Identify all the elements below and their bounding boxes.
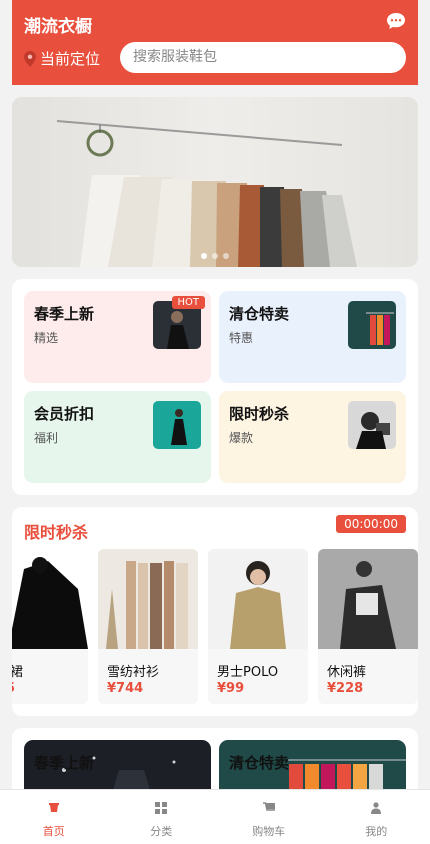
category-subtitle: 爆款: [229, 431, 254, 445]
flash-sale-section: 限时秒杀 00:00:00 身裙 15 雪纺衬衫 ¥744 男士POLO ¥99…: [12, 507, 418, 716]
category-subtitle: 福利: [34, 431, 59, 445]
category-card-clearance[interactable]: 清仓特卖 特惠: [219, 291, 406, 383]
product-card[interactable]: 男士POLO ¥99: [208, 549, 308, 704]
location-selector[interactable]: 当前定位: [24, 48, 100, 69]
category-card-flash-sale[interactable]: 限时秒杀 爆款: [219, 391, 406, 483]
product-name: 雪纺衬衫: [107, 665, 160, 680]
countdown-timer: 00:00:00: [336, 515, 406, 533]
tab-label: 分类: [150, 825, 173, 838]
product-price: 15: [12, 681, 15, 696]
tab-home[interactable]: 首页: [0, 790, 108, 844]
banner-image: [12, 97, 418, 267]
bottom-tab-bar: 首页 分类 购物车 我的: [0, 789, 430, 844]
product-card[interactable]: 身裙 15: [12, 549, 88, 704]
pagination-dot[interactable]: [212, 253, 218, 259]
product-image: [318, 549, 418, 649]
section-title: 限时秒杀: [24, 523, 89, 542]
tab-label: 首页: [42, 825, 65, 838]
category-subtitle: 精选: [34, 331, 59, 345]
category-title: 春季上新: [34, 305, 95, 323]
tab-label: 购物车: [252, 825, 286, 838]
tab-cart[interactable]: 购物车: [215, 790, 323, 844]
product-price: ¥228: [327, 681, 364, 696]
location-pin-icon: [24, 50, 36, 67]
category-card-member-discount[interactable]: 会员折扣 福利: [24, 391, 211, 483]
promo-title: 清仓特卖: [229, 754, 290, 772]
category-title: 限时秒杀: [229, 405, 290, 423]
location-label: 当前定位: [40, 50, 101, 68]
tab-profile[interactable]: 我的: [323, 790, 430, 844]
product-card[interactable]: 雪纺衬衫 ¥744: [98, 549, 198, 704]
cart-icon: [262, 802, 275, 811]
app-title: 潮流衣橱: [24, 17, 92, 37]
tab-category[interactable]: 分类: [108, 790, 216, 844]
hot-badge: HOT: [171, 296, 205, 309]
app-header: 潮流衣橱 当前定位 搜索服装鞋包: [12, 0, 418, 85]
category-image: [153, 401, 201, 449]
banner-pagination: [201, 253, 229, 259]
category-title: 会员折扣: [34, 405, 95, 423]
pagination-dot[interactable]: [223, 253, 229, 259]
tab-label: 我的: [365, 825, 388, 838]
promo-title: 春季上新: [34, 754, 95, 772]
pagination-dot[interactable]: [201, 253, 207, 259]
category-image: [348, 301, 396, 349]
product-name: 休闲裤: [327, 665, 367, 680]
category-image: [348, 401, 396, 449]
product-image: [208, 549, 308, 649]
product-card[interactable]: 休闲裤 ¥228: [318, 549, 418, 704]
home-icon: [48, 803, 59, 812]
product-name: 男士POLO: [217, 665, 279, 680]
product-image: [12, 549, 88, 649]
category-title: 清仓特卖: [229, 305, 290, 323]
search-input[interactable]: 搜索服装鞋包: [120, 42, 406, 73]
category-subtitle: 特惠: [229, 331, 254, 345]
product-price: ¥99: [217, 681, 245, 696]
category-grid: 春季上新 精选 HOT 清仓特卖 特惠 会员折扣 福利 限时秒杀 爆款: [12, 279, 418, 495]
category-icon: [155, 802, 168, 814]
message-icon[interactable]: [386, 12, 406, 30]
product-name: 身裙: [12, 665, 24, 680]
user-icon: [371, 802, 382, 814]
hero-banner[interactable]: [12, 97, 418, 267]
product-image: [98, 549, 198, 649]
category-card-new-arrivals[interactable]: 春季上新 精选 HOT: [24, 291, 211, 383]
product-price: ¥744: [107, 681, 144, 696]
